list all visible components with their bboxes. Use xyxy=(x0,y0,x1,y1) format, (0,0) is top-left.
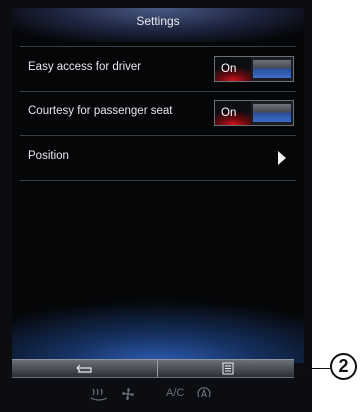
row-position[interactable]: Position xyxy=(20,136,296,181)
ac-button[interactable]: A/C xyxy=(166,387,184,399)
callout-number: 2 xyxy=(330,353,357,380)
rear-defrost-icon[interactable] xyxy=(90,386,108,405)
climate-controls: A/C xyxy=(0,380,312,412)
easy-access-toggle-off xyxy=(253,60,291,78)
display-bezel: Settings Easy access for driver On Court… xyxy=(0,0,312,412)
row-position-label: Position xyxy=(28,150,69,162)
auto-climate-icon[interactable] xyxy=(196,386,212,405)
courtesy-toggle-off xyxy=(253,104,291,122)
row-easy-access-label: Easy access for driver xyxy=(28,61,142,73)
back-button[interactable] xyxy=(14,360,154,377)
row-easy-access[interactable]: Easy access for driver On xyxy=(20,46,296,92)
callout-line xyxy=(294,368,330,369)
courtesy-toggle[interactable]: On xyxy=(214,100,294,126)
settings-screen: Settings Easy access for driver On Court… xyxy=(12,8,304,363)
page-title: Settings xyxy=(136,14,180,28)
menu-page-icon xyxy=(222,362,234,375)
bottom-glow xyxy=(12,293,304,363)
row-courtesy-label: Courtesy for passenger seat xyxy=(28,105,173,117)
easy-access-toggle-on: On xyxy=(215,57,251,81)
navigation-bar xyxy=(12,359,294,378)
back-arrow-icon xyxy=(76,364,92,373)
chevron-right-icon xyxy=(278,151,286,165)
nav-divider xyxy=(157,360,158,377)
easy-access-toggle[interactable]: On xyxy=(214,56,294,82)
courtesy-toggle-on: On xyxy=(215,101,251,125)
fan-icon[interactable] xyxy=(120,386,136,405)
row-courtesy-passenger[interactable]: Courtesy for passenger seat On xyxy=(20,91,296,136)
menu-button[interactable] xyxy=(160,360,300,377)
